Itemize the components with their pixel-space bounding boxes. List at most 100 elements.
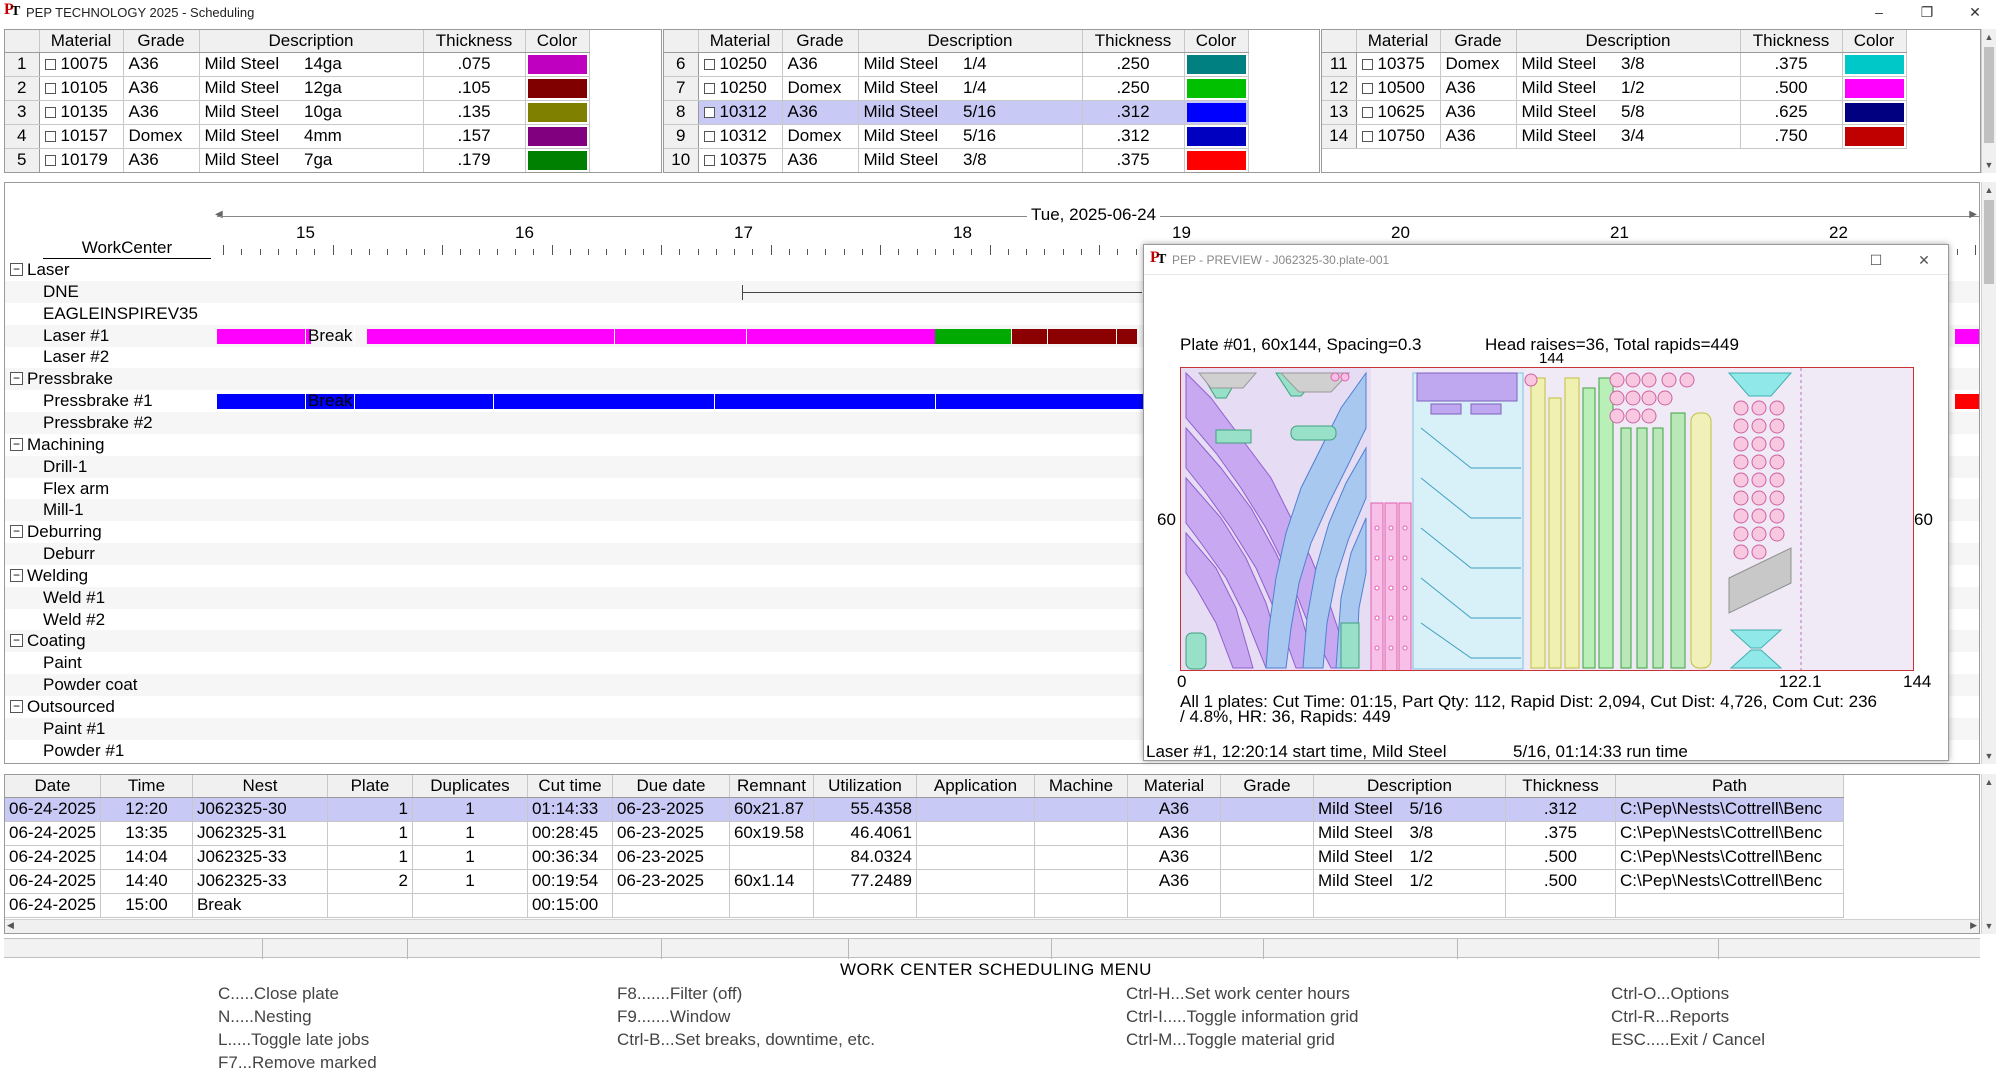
menu-item[interactable]: L.....Toggle late jobs bbox=[218, 1030, 377, 1053]
maximize-button[interactable]: ❐ bbox=[1903, 0, 1951, 24]
material-checkbox[interactable] bbox=[1361, 131, 1373, 142]
preview-title-bar[interactable]: PT PEP - PREVIEW - J062325-30.plate-001 … bbox=[1144, 245, 1948, 275]
material-row[interactable]: 4 10157 Domex Mild Steel 4mm .157 bbox=[5, 124, 590, 149]
collapse-toggle-icon[interactable]: − bbox=[10, 634, 23, 648]
info-header-utilization[interactable]: Utilization bbox=[813, 775, 917, 798]
material-color-cell[interactable] bbox=[525, 76, 590, 101]
material-checkbox[interactable] bbox=[44, 59, 56, 70]
gantt-scrollbar[interactable]: ▲ ▼ bbox=[1981, 182, 1996, 764]
col-header-color[interactable]: Color bbox=[1842, 30, 1907, 53]
material-checkbox[interactable] bbox=[1361, 59, 1373, 70]
scroll-thumb[interactable] bbox=[1984, 47, 1994, 143]
material-checkbox[interactable] bbox=[703, 155, 715, 166]
info-header-machine[interactable]: Machine bbox=[1034, 775, 1128, 798]
info-row[interactable]: 06-24-2025 14:40 J062325-33 2 1 00:19:54 06-23… bbox=[5, 869, 1844, 894]
scroll-thumb[interactable] bbox=[1984, 200, 1994, 284]
schedule-bar[interactable] bbox=[1048, 328, 1116, 344]
scroll-up-icon[interactable]: ▲ bbox=[1982, 182, 1996, 198]
menu-item[interactable]: Ctrl-I.....Toggle information grid bbox=[1126, 1007, 1358, 1030]
info-header-material[interactable]: Material bbox=[1127, 775, 1221, 798]
scroll-right-icon[interactable]: ▶ bbox=[1970, 920, 1977, 931]
menu-item[interactable]: F9.......Window bbox=[617, 1007, 875, 1030]
info-header-path[interactable]: Path bbox=[1615, 775, 1844, 798]
collapse-toggle-icon[interactable]: − bbox=[10, 568, 23, 582]
col-header-description[interactable]: Description bbox=[858, 30, 1083, 53]
info-horizontal-scrollbar[interactable]: ◀ ▶ bbox=[5, 919, 1979, 933]
material-row[interactable]: 11 10375 Domex Mild Steel 3/8.375 bbox=[1322, 52, 1907, 77]
schedule-bar[interactable] bbox=[217, 328, 305, 344]
col-header-thickness[interactable]: Thickness bbox=[1082, 30, 1185, 53]
material-checkbox[interactable] bbox=[703, 131, 715, 142]
info-row[interactable]: 06-24-2025 15:00 Break 00:15:00 bbox=[5, 893, 1844, 918]
material-color-cell[interactable] bbox=[525, 124, 590, 149]
material-row[interactable]: 9 10312 Domex Mild Steel 5/16.312 bbox=[664, 124, 1249, 149]
info-header-cut-time[interactable]: Cut time bbox=[527, 775, 613, 798]
col-header-grade[interactable]: Grade bbox=[782, 30, 859, 53]
info-row[interactable]: 06-24-2025 14:04 J062325-33 1 1 00:36:34 06-23… bbox=[5, 845, 1844, 870]
menu-item[interactable]: Ctrl-H...Set work center hours bbox=[1126, 984, 1358, 1007]
material-color-cell[interactable] bbox=[1184, 76, 1249, 101]
material-color-cell[interactable] bbox=[1842, 100, 1907, 125]
info-header-due-date[interactable]: Due date bbox=[612, 775, 730, 798]
col-header-description[interactable]: Description bbox=[199, 30, 424, 53]
collapse-toggle-icon[interactable]: − bbox=[10, 525, 23, 539]
col-header-description[interactable]: Description bbox=[1516, 30, 1741, 53]
info-header-time[interactable]: Time bbox=[100, 775, 193, 798]
info-header-description[interactable]: Description bbox=[1313, 775, 1506, 798]
menu-item[interactable]: F7...Remove marked bbox=[218, 1053, 377, 1075]
material-row[interactable]: 14 10750 A36 Mild Steel 3/4.750 bbox=[1322, 124, 1907, 149]
collapse-toggle-icon[interactable]: − bbox=[10, 437, 23, 451]
material-row[interactable]: 5 10179 A36 Mild Steel 7ga .179 bbox=[5, 148, 590, 172]
preview-close-button[interactable]: ✕ bbox=[1900, 245, 1948, 275]
scroll-down-icon[interactable]: ▼ bbox=[1982, 918, 1996, 934]
menu-item[interactable]: Ctrl-O...Options bbox=[1611, 984, 1765, 1007]
col-header-color[interactable]: Color bbox=[525, 30, 590, 53]
col-header-thickness[interactable]: Thickness bbox=[423, 30, 526, 53]
material-color-cell[interactable] bbox=[1184, 100, 1249, 125]
nest-plate-drawing[interactable] bbox=[1180, 367, 1914, 671]
timeline-left-arrow-icon[interactable]: ◀ bbox=[215, 209, 223, 220]
menu-item[interactable]: ESC.....Exit / Cancel bbox=[1611, 1030, 1765, 1053]
material-row[interactable]: 10 10375 A36 Mild Steel 3/8.375 bbox=[664, 148, 1249, 172]
material-color-cell[interactable] bbox=[1842, 76, 1907, 101]
schedule-bar[interactable] bbox=[1012, 328, 1047, 344]
material-checkbox[interactable] bbox=[44, 83, 56, 94]
info-header-plate[interactable]: Plate bbox=[327, 775, 413, 798]
information-grid[interactable]: Date Time Nest Plate Duplicates Cut time Due d… bbox=[4, 774, 1980, 934]
info-header-remnant[interactable]: Remnant bbox=[729, 775, 814, 798]
menu-item[interactable]: F8.......Filter (off) bbox=[617, 984, 875, 1007]
material-checkbox[interactable] bbox=[1361, 107, 1373, 118]
material-color-cell[interactable] bbox=[1842, 124, 1907, 149]
col-header-grade[interactable]: Grade bbox=[123, 30, 200, 53]
material-checkbox[interactable] bbox=[703, 83, 715, 94]
info-row[interactable]: 06-24-2025 13:35 J062325-31 1 1 00:28:45 06-23… bbox=[5, 821, 1844, 846]
material-grid-scrollbar[interactable]: ▲ ▼ bbox=[1981, 29, 1996, 173]
col-header-material[interactable]: Material bbox=[1356, 30, 1441, 53]
menu-item[interactable]: Ctrl-B...Set breaks, downtime, etc. bbox=[617, 1030, 875, 1053]
material-row[interactable]: 2 10105 A36 Mild Steel 12ga .105 bbox=[5, 76, 590, 101]
material-checkbox[interactable] bbox=[703, 107, 715, 118]
info-row[interactable]: 06-24-2025 12:20 J062325-30 1 1 01:14:33 06-23… bbox=[5, 797, 1844, 822]
info-scrollbar[interactable]: ▲ ▼ bbox=[1981, 774, 1996, 934]
material-row[interactable]: 13 10625 A36 Mild Steel 5/8.625 bbox=[1322, 100, 1907, 125]
scroll-up-icon[interactable]: ▲ bbox=[1982, 774, 1996, 790]
scroll-down-icon[interactable]: ▼ bbox=[1982, 748, 1996, 764]
info-header-thickness[interactable]: Thickness bbox=[1505, 775, 1616, 798]
timeline-right-arrow-icon[interactable]: ▶ bbox=[1969, 209, 1977, 220]
break-label[interactable]: Break bbox=[305, 325, 356, 346]
material-color-cell[interactable] bbox=[1184, 148, 1249, 172]
menu-item[interactable]: C.....Close plate bbox=[218, 984, 377, 1007]
menu-item[interactable]: Ctrl-M...Toggle material grid bbox=[1126, 1030, 1358, 1053]
material-checkbox[interactable] bbox=[44, 131, 56, 142]
material-checkbox[interactable] bbox=[1361, 83, 1373, 94]
material-color-cell[interactable] bbox=[1184, 124, 1249, 149]
col-header-material[interactable]: Material bbox=[698, 30, 783, 53]
material-checkbox[interactable] bbox=[44, 107, 56, 118]
scroll-down-icon[interactable]: ▼ bbox=[1982, 157, 1996, 173]
scroll-up-icon[interactable]: ▲ bbox=[1982, 29, 1996, 45]
collapse-toggle-icon[interactable]: − bbox=[10, 263, 23, 276]
menu-item[interactable]: Ctrl-R...Reports bbox=[1611, 1007, 1765, 1030]
schedule-bar[interactable] bbox=[1955, 328, 1979, 344]
close-button[interactable]: ✕ bbox=[1951, 0, 1999, 24]
collapse-toggle-icon[interactable]: − bbox=[10, 372, 23, 386]
